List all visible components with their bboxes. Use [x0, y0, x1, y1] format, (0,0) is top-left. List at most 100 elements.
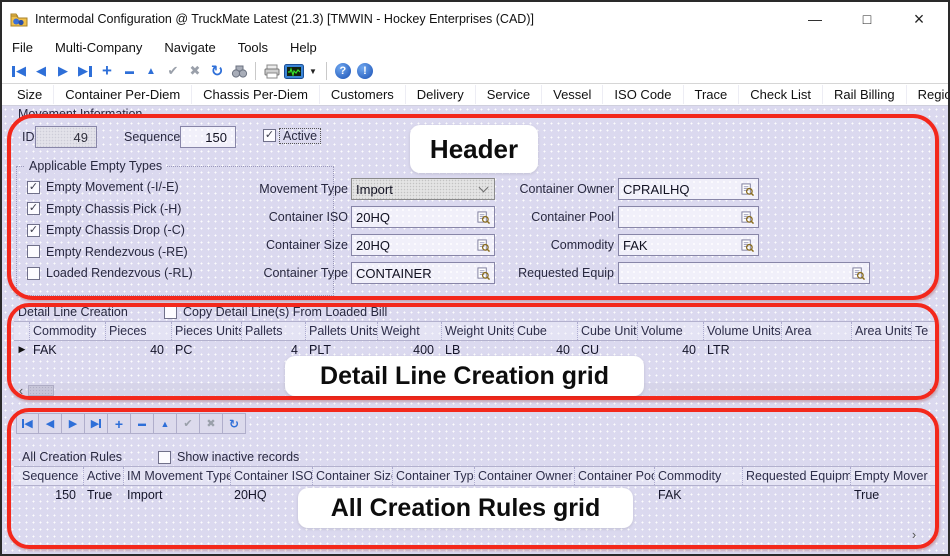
menu-navigate[interactable]: Navigate — [164, 40, 215, 55]
tab-vessel[interactable]: Vessel — [542, 85, 603, 104]
tab-chassis-per-diem[interactable]: Chassis Per-Diem — [192, 85, 320, 104]
col-container-type[interactable]: Container Type — [393, 467, 475, 485]
loaded-rendezvous-checkbox[interactable] — [27, 267, 40, 280]
tab-service[interactable]: Service — [476, 85, 542, 104]
col-container-iso[interactable]: Container ISO — [231, 467, 313, 485]
col-cube[interactable]: Cube — [514, 322, 578, 340]
tab-rail-billing[interactable]: Rail Billing — [823, 85, 907, 104]
scroll-left-icon[interactable]: ‹ — [14, 384, 28, 397]
col-area[interactable]: Area — [782, 322, 852, 340]
about-icon[interactable]: ! — [357, 63, 373, 79]
requested-equip-field[interactable] — [618, 262, 870, 284]
scrollbar-thumb[interactable] — [28, 385, 54, 396]
col-area-units[interactable]: Area Units — [852, 322, 912, 340]
tab-container-per-diem[interactable]: Container Per-Diem — [54, 85, 192, 104]
copy-detail-lines-checkbox[interactable] — [164, 306, 177, 319]
active-checkbox[interactable]: ✓ — [263, 129, 276, 142]
container-owner-field[interactable]: CPRAILHQ — [618, 178, 759, 200]
container-pool-field[interactable] — [618, 206, 759, 228]
minimize-button[interactable]: — — [806, 11, 824, 27]
edit-record-icon[interactable]: ▲ — [140, 61, 162, 81]
delete-record-icon[interactable]: ▬ — [131, 413, 154, 434]
tab-iso-code[interactable]: ISO Code — [603, 85, 683, 104]
col-active[interactable]: Active — [84, 467, 124, 485]
refresh-icon[interactable]: ↻ — [206, 61, 228, 81]
active-checkbox-label[interactable]: Active — [279, 128, 321, 144]
show-inactive-checkbox[interactable] — [158, 451, 171, 464]
col-container-pool[interactable]: Container Pool — [575, 467, 655, 485]
lookup-icon[interactable] — [741, 183, 754, 196]
refresh-icon[interactable]: ↻ — [223, 413, 246, 434]
col-pieces[interactable]: Pieces — [106, 322, 172, 340]
col-pallets-units[interactable]: Pallets Units — [306, 322, 378, 340]
insert-record-icon[interactable]: + — [96, 61, 118, 81]
rules-grid-header-row: Sequence Active IM Movement Type Contain… — [14, 466, 938, 486]
terminal-dropdown-icon[interactable]: ▼ — [309, 67, 317, 76]
first-record-icon[interactable]: ◀ — [8, 61, 30, 81]
title-bar: Intermodal Configuration @ TruckMate Lat… — [2, 2, 948, 36]
post-edit-icon[interactable]: ✔ — [162, 61, 184, 81]
col-sequence[interactable]: Sequence — [14, 467, 84, 485]
tab-size[interactable]: Size — [6, 85, 54, 104]
empty-rendezvous-checkbox[interactable] — [27, 245, 40, 258]
empty-chassis-drop-checkbox[interactable]: ✓ — [27, 224, 40, 237]
maximize-button[interactable]: □ — [858, 11, 876, 27]
print-icon[interactable] — [261, 61, 283, 81]
close-button[interactable]: × — [910, 9, 928, 30]
lookup-icon[interactable] — [741, 211, 754, 224]
first-record-icon[interactable]: ◀ — [16, 413, 39, 434]
empty-chassis-pick-checkbox[interactable]: ✓ — [27, 202, 40, 215]
next-record-icon[interactable]: ▶ — [52, 61, 74, 81]
col-requested-equipment[interactable]: Requested Equipment — [743, 467, 851, 485]
tab-bar: Size Container Per-Diem Chassis Per-Diem… — [2, 84, 948, 106]
col-pieces-units[interactable]: Pieces Units — [172, 322, 242, 340]
col-container-size[interactable]: Container Size — [313, 467, 393, 485]
empty-movement-label: Empty Movement (-I/-E) — [46, 180, 179, 194]
cancel-edit-icon[interactable]: ✖ — [200, 413, 223, 434]
tab-region[interactable]: Region — [907, 85, 950, 104]
help-icon[interactable]: ? — [335, 63, 351, 79]
col-im-movement-type[interactable]: IM Movement Type — [124, 467, 231, 485]
menu-multi-company[interactable]: Multi-Company — [55, 40, 142, 55]
sequence-field[interactable]: 150 — [180, 126, 236, 148]
detail-line-creation-grid: Commodity Pieces Pieces Units Pallets Pa… — [14, 321, 938, 358]
tab-check-list[interactable]: Check List — [739, 85, 823, 104]
menu-file[interactable]: File — [12, 40, 33, 55]
detail-line-creation-label: Detail Line Creation — [18, 305, 158, 319]
commodity-field[interactable]: FAK — [618, 234, 759, 256]
col-pallets[interactable]: Pallets — [242, 322, 306, 340]
last-record-icon[interactable]: ▶ — [85, 413, 108, 434]
col-weight-units[interactable]: Weight Units — [442, 322, 514, 340]
tab-customers[interactable]: Customers — [320, 85, 406, 104]
menu-bar: File Multi-Company Navigate Tools Help — [2, 36, 948, 59]
lookup-icon[interactable] — [852, 267, 865, 280]
empty-movement-checkbox[interactable]: ✓ — [27, 181, 40, 194]
tab-trace[interactable]: Trace — [684, 85, 740, 104]
delete-record-icon[interactable]: ▬ — [118, 61, 140, 81]
edit-record-icon[interactable]: ▲ — [154, 413, 177, 434]
col-volume-units[interactable]: Volume Units — [704, 322, 782, 340]
col-commodity[interactable]: Commodity — [30, 322, 106, 340]
menu-tools[interactable]: Tools — [238, 40, 268, 55]
lookup-icon[interactable] — [741, 239, 754, 252]
prev-record-icon[interactable]: ◀ — [30, 61, 52, 81]
cancel-edit-icon[interactable]: ✖ — [184, 61, 206, 81]
terminal-icon[interactable] — [283, 61, 305, 81]
next-record-icon[interactable]: ▶ — [62, 413, 85, 434]
col-weight[interactable]: Weight — [378, 322, 442, 340]
col-truncated[interactable]: Te — [912, 322, 938, 340]
col-empty-movement[interactable]: Empty Mover — [851, 467, 938, 485]
post-edit-icon[interactable]: ✔ — [177, 413, 200, 434]
scroll-right-icon[interactable]: › — [924, 384, 938, 397]
insert-record-icon[interactable]: + — [108, 413, 131, 434]
scroll-right-icon[interactable]: › — [907, 528, 921, 541]
col-cube-units[interactable]: Cube Units — [578, 322, 638, 340]
col-container-owner[interactable]: Container Owner — [475, 467, 575, 485]
menu-help[interactable]: Help — [290, 40, 317, 55]
tab-delivery[interactable]: Delivery — [406, 85, 476, 104]
prev-record-icon[interactable]: ◀ — [39, 413, 62, 434]
last-record-icon[interactable]: ▶ — [74, 61, 96, 81]
col-commodity[interactable]: Commodity — [655, 467, 743, 485]
find-icon[interactable] — [228, 61, 250, 81]
col-volume[interactable]: Volume — [638, 322, 704, 340]
